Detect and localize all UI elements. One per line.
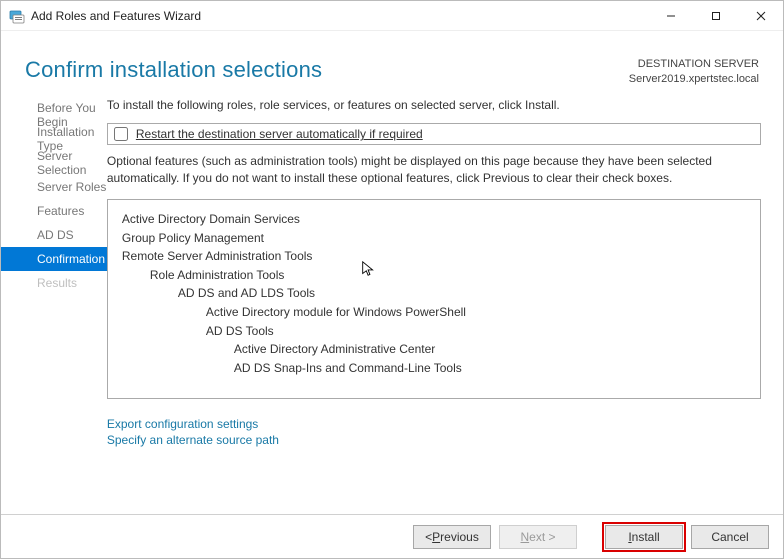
- window-controls: [648, 1, 783, 30]
- features-list-box[interactable]: Active Directory Domain ServicesGroup Po…: [107, 199, 761, 399]
- maximize-button[interactable]: [693, 1, 738, 30]
- feature-item: AD DS Tools: [118, 322, 750, 341]
- feature-item: Active Directory module for Windows Powe…: [118, 303, 750, 322]
- install-button[interactable]: Install: [605, 525, 683, 549]
- feature-item: Active Directory Domain Services: [118, 210, 750, 229]
- wizard-step-installation-type[interactable]: Installation Type: [1, 127, 107, 151]
- alternate-source-link[interactable]: Specify an alternate source path: [107, 433, 761, 447]
- page-header: Confirm installation selections DESTINAT…: [1, 31, 783, 97]
- wizard-body: Before You BeginInstallation TypeServer …: [1, 97, 783, 514]
- restart-checkbox[interactable]: [114, 127, 128, 141]
- titlebar: Add Roles and Features Wizard: [1, 1, 783, 31]
- feature-item: Remote Server Administration Tools: [118, 247, 750, 266]
- feature-item: Group Policy Management: [118, 229, 750, 248]
- restart-option-row[interactable]: Restart the destination server automatic…: [107, 123, 761, 145]
- close-button[interactable]: [738, 1, 783, 30]
- export-config-link[interactable]: Export configuration settings: [107, 417, 761, 431]
- cancel-button[interactable]: Cancel: [691, 525, 769, 549]
- previous-button[interactable]: < Previous: [413, 525, 491, 549]
- wizard-footer: < Previous Next > Install Cancel: [1, 514, 783, 558]
- destination-label: DESTINATION SERVER: [629, 57, 759, 72]
- window-title: Add Roles and Features Wizard: [31, 9, 201, 23]
- destination-info: DESTINATION SERVER Server2019.xpertstec.…: [629, 57, 759, 87]
- restart-label: Restart the destination server automatic…: [136, 127, 423, 141]
- action-links: Export configuration settings Specify an…: [107, 417, 761, 447]
- wizard-step-server-selection[interactable]: Server Selection: [1, 151, 107, 175]
- feature-item: AD DS Snap-Ins and Command-Line Tools: [118, 359, 750, 378]
- wizard-step-features[interactable]: Features: [1, 199, 107, 223]
- wizard-step-before-you-begin[interactable]: Before You Begin: [1, 103, 107, 127]
- server-manager-icon: [9, 8, 25, 24]
- wizard-steps-sidebar: Before You BeginInstallation TypeServer …: [1, 97, 107, 514]
- feature-item: Active Directory Administrative Center: [118, 340, 750, 359]
- wizard-window: Add Roles and Features Wizard Confirm in…: [0, 0, 784, 559]
- next-button: Next >: [499, 525, 577, 549]
- feature-item: AD DS and AD LDS Tools: [118, 284, 750, 303]
- feature-item: Role Administration Tools: [118, 266, 750, 285]
- intro-text: To install the following roles, role ser…: [107, 97, 761, 114]
- minimize-button[interactable]: [648, 1, 693, 30]
- wizard-step-confirmation: Confirmation: [1, 247, 107, 271]
- optional-features-note: Optional features (such as administratio…: [107, 153, 761, 187]
- destination-server: Server2019.xpertstec.local: [629, 72, 759, 87]
- wizard-step-server-roles[interactable]: Server Roles: [1, 175, 107, 199]
- wizard-main: To install the following roles, role ser…: [107, 97, 783, 514]
- page-title: Confirm installation selections: [25, 57, 322, 83]
- wizard-step-results: Results: [1, 271, 107, 295]
- wizard-step-ad-ds[interactable]: AD DS: [1, 223, 107, 247]
